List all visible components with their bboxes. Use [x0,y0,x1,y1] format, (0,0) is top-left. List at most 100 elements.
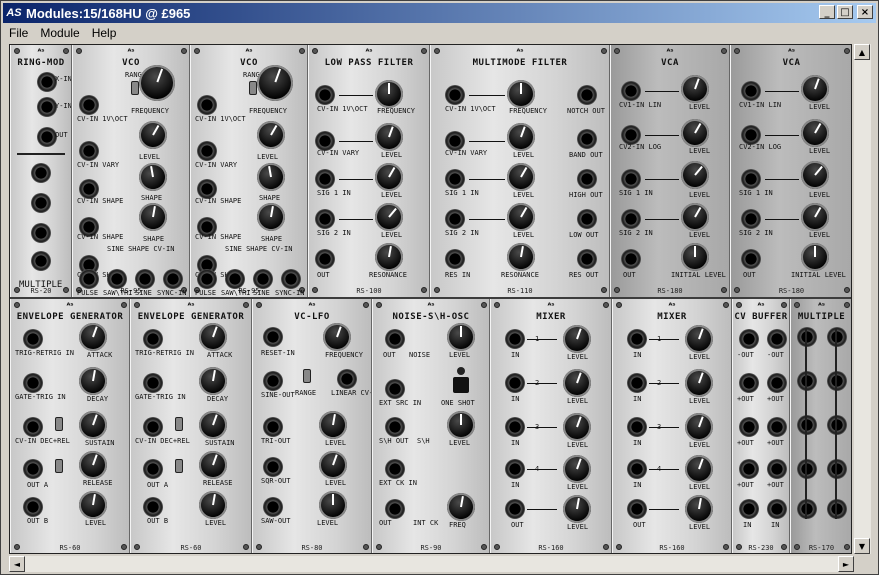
rotary-knob[interactable] [681,409,717,445]
scroll-left-button[interactable]: ◄ [9,556,25,572]
rotary-knob[interactable] [795,155,835,195]
patch-jack[interactable] [31,223,51,243]
rotary-knob[interactable] [677,71,713,107]
module-vca1[interactable]: ᴬˢ VCA RS-180 CV1-IN LIN LEVEL CV2-IN LOG LEVE… [610,45,730,297]
patch-jack[interactable] [445,169,465,189]
menu-module[interactable]: Module [34,26,85,40]
patch-jack[interactable] [797,499,817,519]
patch-jack[interactable] [197,141,217,161]
patch-jack[interactable] [143,373,163,393]
rotary-knob[interactable] [136,160,170,194]
title-bar[interactable]: AS Modules:15/168HU @ £965 _ □ × [3,3,876,23]
rotary-knob[interactable] [75,319,111,355]
patch-jack[interactable] [143,329,163,349]
patch-jack[interactable] [767,499,787,519]
rotary-knob[interactable] [315,447,351,483]
patch-jack[interactable] [505,459,525,479]
patch-jack[interactable] [445,131,465,151]
patch-jack[interactable] [143,459,163,479]
rotary-knob[interactable] [195,447,231,483]
patch-jack[interactable] [621,169,641,189]
rotary-knob[interactable] [681,321,717,357]
patch-jack[interactable] [315,169,335,189]
rotary-knob[interactable] [447,411,475,439]
patch-jack[interactable] [505,373,525,393]
patch-jack[interactable] [263,327,283,347]
rotary-knob[interactable] [316,408,350,442]
patch-jack[interactable] [31,163,51,183]
patch-jack[interactable] [385,329,405,349]
rotary-knob[interactable] [195,407,231,443]
gate-switch[interactable] [55,459,63,473]
gate-switch[interactable] [175,459,183,473]
patch-jack[interactable] [627,329,647,349]
patch-jack[interactable] [827,459,847,479]
patch-jack[interactable] [23,329,43,349]
patch-jack[interactable] [797,371,817,391]
patch-jack[interactable] [79,141,99,161]
rotary-knob[interactable] [503,119,539,155]
patch-jack[interactable] [797,327,817,347]
patch-jack[interactable] [197,179,217,199]
patch-jack[interactable] [445,209,465,229]
patch-jack[interactable] [197,269,217,289]
rotary-knob[interactable] [372,240,406,274]
patch-jack[interactable] [739,329,759,349]
maximize-button[interactable]: □ [837,5,853,19]
patch-jack[interactable] [263,371,283,391]
module-lpf[interactable]: ᴬˢ LOW PASS FILTER RS-100 CV-IN 1V\OCT FREQU… [308,45,430,297]
module-rack[interactable]: ᴬˢ RING-MOD RS-20 X-IN Y-IN OUT MULTIPLE ᴬˢ VCO R… [9,44,852,554]
patch-jack[interactable] [445,249,465,269]
patch-jack[interactable] [315,85,335,105]
rotary-knob[interactable] [507,80,535,108]
horizontal-scrollbar[interactable]: ◄ ► [9,556,854,572]
close-button[interactable]: × [857,5,873,19]
patch-jack[interactable] [797,459,817,479]
patch-jack[interactable] [741,209,761,229]
patch-jack[interactable] [627,373,647,393]
patch-jack[interactable] [739,459,759,479]
patch-jack[interactable] [577,85,597,105]
patch-jack[interactable] [135,269,155,289]
module-vca2[interactable]: ᴬˢ VCA RS-180 CV1-IN LIN LEVEL CV2-IN LOG LEVE… [730,45,851,297]
patch-jack[interactable] [23,497,43,517]
patch-jack[interactable] [315,131,335,151]
rotary-knob[interactable] [136,200,170,234]
patch-jack[interactable] [827,499,847,519]
patch-jack[interactable] [31,193,51,213]
rotary-knob[interactable] [371,119,407,155]
rotary-knob[interactable] [254,200,288,234]
rotary-knob[interactable] [559,365,595,401]
patch-jack[interactable] [315,209,335,229]
rotary-knob[interactable] [559,321,595,357]
rotary-knob[interactable] [681,451,717,487]
scroll-down-button[interactable]: ▼ [854,538,870,554]
patch-jack[interactable] [739,373,759,393]
patch-jack[interactable] [577,129,597,149]
patch-jack[interactable] [627,417,647,437]
rotary-knob[interactable] [681,243,709,271]
patch-jack[interactable] [263,497,283,517]
module-mmf[interactable]: ᴬˢ MULTIMODE FILTER RS-110 CV-IN 1V\OCT FREQ… [430,45,610,297]
module-noise[interactable]: ᴬˢ NOISE-S\H-OSC RS-90 OUT NOISE LEVEL EXT SRC… [372,299,490,553]
rotary-knob[interactable] [801,243,829,271]
patch-jack[interactable] [31,251,51,271]
rotary-knob[interactable] [797,71,833,107]
rotary-knob[interactable] [251,115,291,155]
patch-jack[interactable] [621,209,641,229]
rotary-knob[interactable] [447,323,475,351]
module-vco1[interactable]: ᴬˢ VCO RS-95 RANGE CV-IN 1V\OCT FREQUENCY CV-I… [72,45,190,297]
rotary-knob[interactable] [254,160,288,194]
rotary-knob[interactable] [444,490,478,524]
menu-help[interactable]: Help [86,26,123,40]
patch-jack[interactable] [577,209,597,229]
rotary-knob[interactable] [559,409,595,445]
patch-jack[interactable] [797,415,817,435]
patch-jack[interactable] [505,499,525,519]
patch-jack[interactable] [627,459,647,479]
rotary-knob[interactable] [559,451,595,487]
rotary-knob[interactable] [76,364,110,398]
patch-jack[interactable] [263,417,283,437]
patch-jack[interactable] [23,459,43,479]
rotary-knob[interactable] [133,115,173,155]
